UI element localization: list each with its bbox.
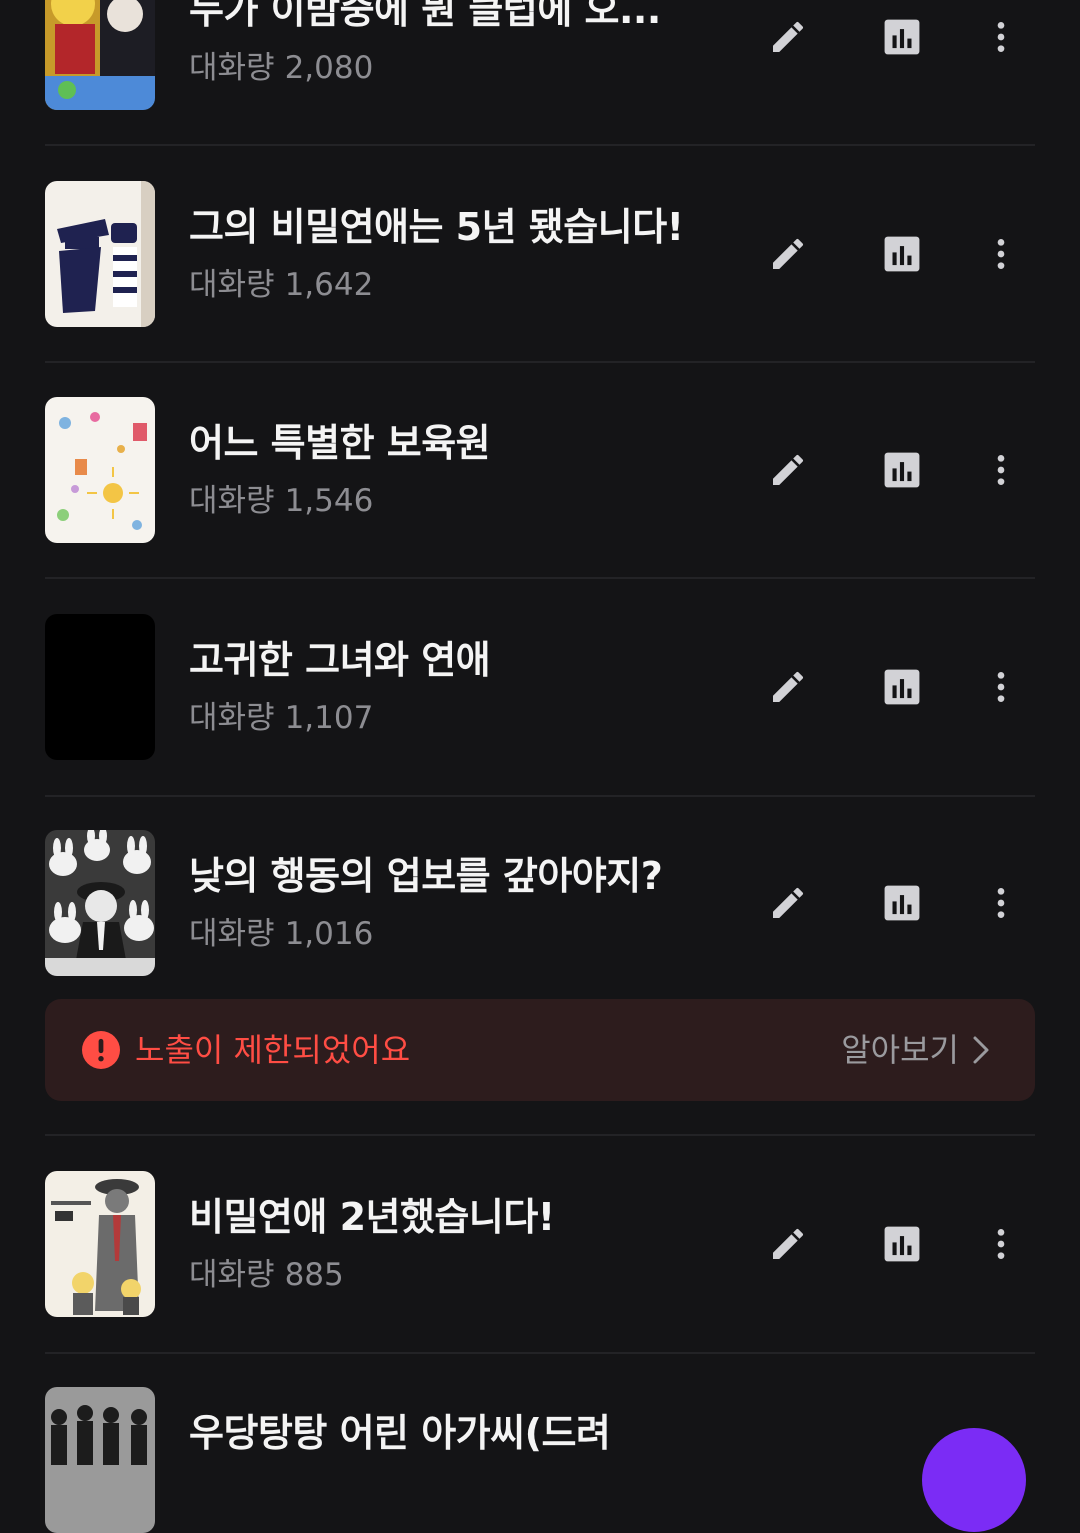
stats-button[interactable] <box>877 229 927 279</box>
item-title: 누가 이밤중에 뭔 클럽에 오... <box>189 0 661 32</box>
edit-button[interactable] <box>763 229 813 279</box>
count-value: 1,546 <box>284 483 374 519</box>
item-title: 어느 특별한 보육원 <box>189 421 491 465</box>
edit-button[interactable] <box>763 662 813 712</box>
list-item[interactable]: 비밀연애 2년했습니다! 대화량 885 <box>45 1171 1035 1317</box>
stats-button[interactable] <box>877 878 927 928</box>
stats-button[interactable] <box>877 1219 927 1269</box>
more-vertical-icon <box>997 888 1005 918</box>
more-vertical-icon <box>997 455 1005 485</box>
list-item[interactable]: 우당탕탕 어린 아가씨(드려 <box>45 1387 1035 1533</box>
exposure-restricted-notice: 노출이 제한되었어요 알아보기 <box>45 999 1035 1101</box>
character-thumbnail[interactable] <box>45 181 155 327</box>
more-options-button[interactable] <box>976 12 1026 62</box>
character-thumbnail[interactable] <box>45 830 155 976</box>
more-options-button[interactable] <box>976 662 1026 712</box>
count-value: 1,107 <box>284 700 374 736</box>
create-button[interactable] <box>922 1428 1026 1532</box>
list-item[interactable]: 그의 비밀연애는 5년 됐습니다! 대화량 1,642 <box>45 181 1035 327</box>
item-title: 낮의 행동의 업보를 갚아야지? <box>189 854 663 898</box>
pencil-icon <box>773 1228 804 1259</box>
item-meta: 대화량 1,016 <box>189 914 383 954</box>
count-value: 885 <box>284 1257 344 1293</box>
item-meta: 대화량 2,080 <box>189 48 383 88</box>
edit-button[interactable] <box>763 445 813 495</box>
count-value: 1,016 <box>284 916 374 952</box>
count-label: 대화량 <box>189 700 275 736</box>
more-vertical-icon <box>997 22 1005 52</box>
item-meta: 대화량 1,107 <box>189 698 383 738</box>
edit-button[interactable] <box>763 878 813 928</box>
count-label: 대화량 <box>189 267 275 303</box>
more-options-button[interactable] <box>976 445 1026 495</box>
more-vertical-icon <box>997 239 1005 269</box>
count-label: 대화량 <box>189 483 275 519</box>
stats-button[interactable] <box>877 12 927 62</box>
bar-chart-icon <box>884 236 920 272</box>
learn-more-link[interactable]: 알아보기 <box>841 1028 991 1072</box>
pencil-icon <box>773 671 804 702</box>
edit-button[interactable] <box>763 12 813 62</box>
character-thumbnail[interactable] <box>45 1387 155 1533</box>
stats-button[interactable] <box>877 445 927 495</box>
item-meta: 대화량 885 <box>189 1255 354 1295</box>
edit-button[interactable] <box>763 1219 813 1269</box>
divider <box>45 144 1035 146</box>
list-item[interactable]: 누가 이밤중에 뭔 클럽에 오... 대화량 2,080 <box>45 0 1035 110</box>
divider <box>45 577 1035 579</box>
more-vertical-icon <box>997 1229 1005 1259</box>
divider <box>45 361 1035 363</box>
more-options-button[interactable] <box>976 878 1026 928</box>
item-title: 비밀연애 2년했습니다! <box>189 1195 555 1239</box>
bar-chart-icon <box>884 19 920 55</box>
item-title: 그의 비밀연애는 5년 됐습니다! <box>189 205 684 249</box>
character-thumbnail[interactable] <box>45 0 155 110</box>
pencil-icon <box>773 21 804 52</box>
list-item[interactable]: 낮의 행동의 업보를 갚아야지? 대화량 1,016 <box>45 830 1035 976</box>
bar-chart-icon <box>884 669 920 705</box>
pencil-icon <box>773 238 804 269</box>
count-value: 1,642 <box>284 267 374 303</box>
list-item[interactable]: 어느 특별한 보육원 대화량 1,546 <box>45 397 1035 543</box>
pencil-icon <box>773 454 804 485</box>
character-thumbnail[interactable] <box>45 1171 155 1317</box>
divider <box>45 795 1035 797</box>
chevron-right-icon <box>973 1036 989 1064</box>
exclamation-circle-icon <box>82 1031 120 1069</box>
learn-more-label: 알아보기 <box>841 1031 959 1069</box>
count-label: 대화량 <box>189 50 275 86</box>
more-options-button[interactable] <box>976 229 1026 279</box>
bar-chart-icon <box>884 452 920 488</box>
stats-button[interactable] <box>877 662 927 712</box>
item-meta: 대화량 1,546 <box>189 481 383 521</box>
character-thumbnail[interactable] <box>45 614 155 760</box>
more-vertical-icon <box>997 672 1005 702</box>
divider <box>45 1352 1035 1354</box>
item-title: 고귀한 그녀와 연애 <box>189 638 491 682</box>
list-item[interactable]: 고귀한 그녀와 연애 대화량 1,107 <box>45 614 1035 760</box>
count-value: 2,080 <box>284 50 374 86</box>
count-label: 대화량 <box>189 916 275 952</box>
count-label: 대화량 <box>189 1257 275 1293</box>
character-thumbnail[interactable] <box>45 397 155 543</box>
bar-chart-icon <box>884 885 920 921</box>
bar-chart-icon <box>884 1226 920 1262</box>
item-meta: 대화량 1,642 <box>189 265 383 305</box>
pencil-icon <box>773 887 804 918</box>
more-options-button[interactable] <box>976 1219 1026 1269</box>
notice-text: 노출이 제한되었어요 <box>135 1031 411 1069</box>
item-title: 우당탕탕 어린 아가씨(드려 <box>189 1411 611 1455</box>
divider <box>45 1134 1035 1136</box>
